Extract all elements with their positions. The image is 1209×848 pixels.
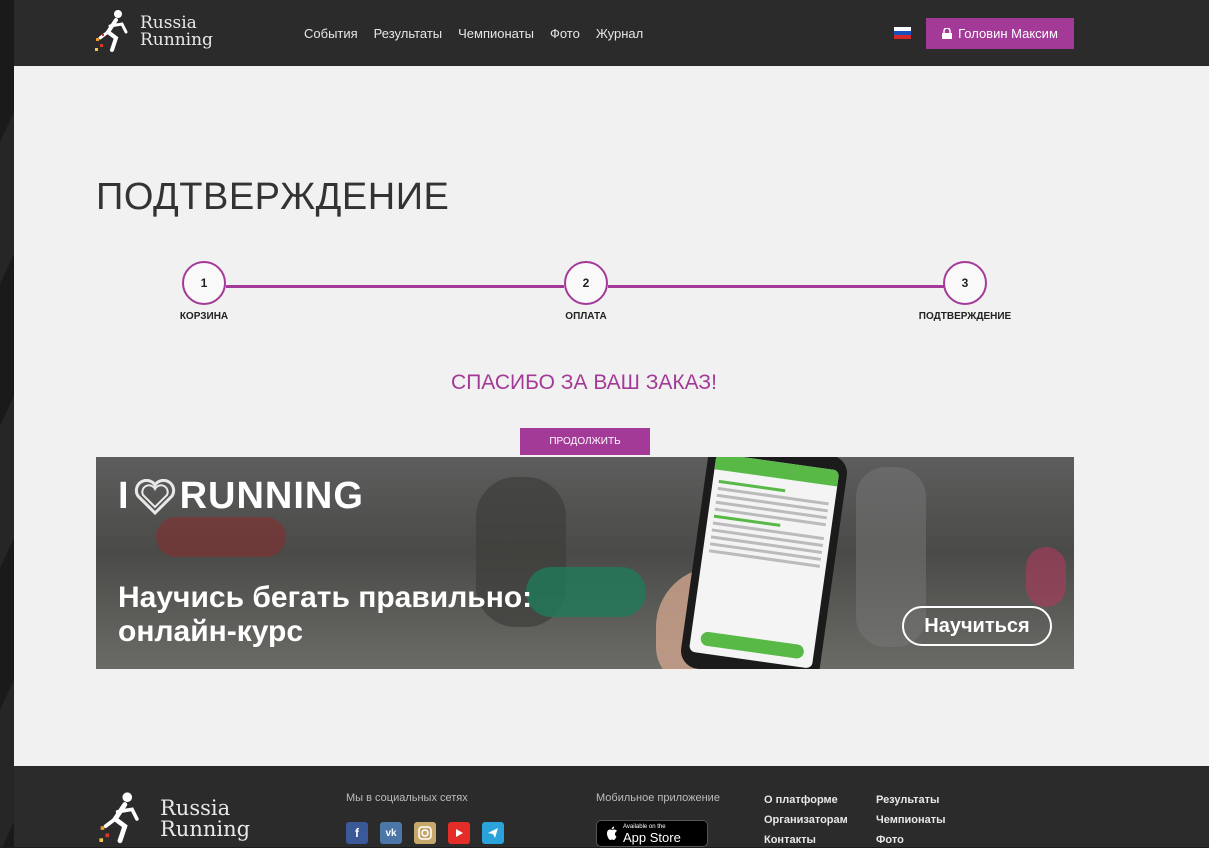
main-content: ПОДТВЕРЖДЕНИЕ 1 КОРЗИНА 2 ОПЛАТА 3 ПОДТВ…: [14, 66, 1209, 766]
instagram-icon[interactable]: [414, 822, 436, 844]
main-nav: События Результаты Чемпионаты Фото Журна…: [304, 26, 643, 41]
top-header: Russia Running События Результаты Чемпио…: [14, 0, 1209, 66]
footer-link-about[interactable]: О платформе: [764, 792, 848, 808]
nav-results[interactable]: Результаты: [374, 26, 442, 41]
promo-banner[interactable]: I RUNNING Научись бегать правильно: онла…: [96, 457, 1074, 669]
step-number: 1: [182, 261, 226, 305]
checkout-steps: 1 КОРЗИНА 2 ОПЛАТА 3 ПОДТВЕРЖДЕНИЕ: [14, 261, 1209, 331]
promo-line-1: Научись бегать правильно:: [118, 581, 533, 614]
site-logo[interactable]: Russia Running: [94, 8, 213, 56]
step-label: ПОДТВЕРЖДЕНИЕ: [918, 311, 1012, 322]
lock-icon: [942, 28, 953, 39]
logo-line-1: Russia: [160, 796, 231, 820]
i-love-running-logo: I RUNNING: [118, 475, 364, 518]
nav-championships[interactable]: Чемпионаты: [458, 26, 534, 41]
step-number: 3: [943, 261, 987, 305]
step-cart: 1 КОРЗИНА: [144, 261, 264, 322]
footer-links-col-2: Результаты Чемпионаты Фото: [876, 792, 946, 848]
background-shape: [156, 517, 286, 557]
step-line-1: [226, 285, 564, 288]
paper-plane-glyph: [488, 828, 498, 838]
learn-button[interactable]: Научиться: [902, 606, 1052, 646]
footer-link-championships[interactable]: Чемпионаты: [876, 812, 946, 828]
page-title: ПОДТВЕРЖДЕНИЕ: [96, 176, 450, 218]
heart-icon: [134, 478, 175, 515]
footer-link-organizers[interactable]: Организаторам: [764, 812, 848, 828]
step-label: ОПЛАТА: [565, 311, 607, 322]
brand-i: I: [118, 475, 130, 517]
social-title: Мы в социальных сетях: [346, 792, 468, 804]
app-store-text: Available on the App Store: [623, 824, 681, 844]
thank-you-message: СПАСИБО ЗА ВАШ ЗАКАЗ!: [451, 371, 717, 394]
phone-mockup: [678, 457, 850, 669]
phone-button: [699, 631, 805, 660]
app-store-big: App Store: [623, 829, 681, 845]
footer-logo[interactable]: Russia Running: [94, 790, 250, 848]
footer-link-results[interactable]: Результаты: [876, 792, 946, 808]
social-links: f vk: [346, 822, 504, 844]
background-shape: [526, 567, 646, 617]
apple-icon: [607, 826, 617, 840]
ru-flag-icon[interactable]: [894, 27, 911, 39]
step-label: КОРЗИНА: [179, 311, 229, 322]
brand-running: RUNNING: [179, 475, 364, 517]
step-confirmation: 3 ПОДТВЕРЖДЕНИЕ: [905, 261, 1025, 322]
footer-link-photo[interactable]: Фото: [876, 832, 946, 848]
step-payment: 2 ОПЛАТА: [526, 261, 646, 322]
facebook-icon[interactable]: f: [346, 822, 368, 844]
site-footer: Russia Running Мы в социальных сетях f v…: [14, 766, 1209, 847]
step-line-2: [608, 285, 944, 288]
step-number: 2: [564, 261, 608, 305]
user-account-button[interactable]: Головин Максим: [926, 18, 1074, 49]
telegram-icon[interactable]: [482, 822, 504, 844]
background-shape: [1026, 547, 1066, 607]
footer-links-col-1: О платформе Организаторам Контакты: [764, 792, 848, 848]
promo-line-2: онлайн-курс: [118, 615, 304, 648]
promo-text: Научись бегать правильно: онлайн-курс: [118, 581, 532, 649]
logo-wordmark: Russia Running: [140, 15, 213, 49]
phone-screen: [688, 457, 840, 669]
runner-logo-icon: [95, 10, 128, 52]
play-glyph: [456, 829, 463, 837]
instagram-glyph: [418, 826, 432, 840]
runner-logo-icon: [99, 792, 139, 844]
footer-link-contacts[interactable]: Контакты: [764, 832, 848, 848]
logo-line-2: Running: [140, 30, 213, 50]
nav-journal[interactable]: Журнал: [596, 26, 643, 41]
nav-events[interactable]: События: [304, 26, 358, 41]
vk-icon[interactable]: vk: [380, 822, 402, 844]
youtube-icon[interactable]: [448, 822, 470, 844]
logo-line-2: Running: [160, 817, 251, 841]
footer-wordmark: Russia Running: [160, 798, 250, 840]
phone-content: [701, 469, 837, 578]
user-name: Головин Максим: [958, 26, 1058, 41]
nav-photo[interactable]: Фото: [550, 26, 580, 41]
continue-button[interactable]: ПРОДОЛЖИТЬ: [520, 428, 650, 455]
mobile-app-title: Мобильное приложение: [596, 792, 720, 804]
app-store-badge[interactable]: Available on the App Store: [596, 820, 708, 847]
